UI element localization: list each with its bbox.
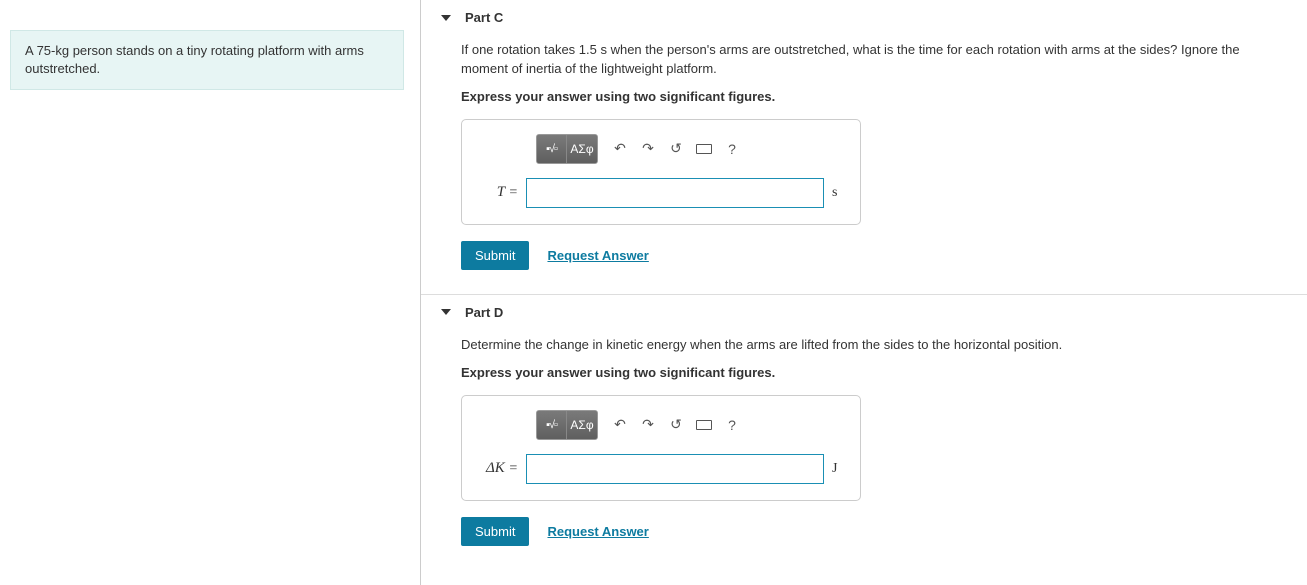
chevron-down-icon[interactable] (441, 15, 451, 21)
undo-button[interactable]: ↶ (606, 135, 634, 163)
reset-button[interactable]: ↺ (662, 135, 690, 163)
part-c-submit-row: Submit Request Answer (461, 241, 1287, 270)
part-c-unit: s (832, 185, 846, 201)
chevron-down-icon[interactable] (441, 309, 451, 315)
part-c-answer-box: ▪√▫ ΑΣφ ↶ ↷ ↺ ? T = s (461, 119, 861, 225)
greek-button[interactable]: ΑΣφ (567, 411, 597, 439)
help-button[interactable]: ? (718, 135, 746, 163)
reset-button[interactable]: ↺ (662, 411, 690, 439)
greek-button[interactable]: ΑΣφ (567, 135, 597, 163)
template-button[interactable]: ▪√▫ (537, 411, 567, 439)
undo-button[interactable]: ↶ (606, 411, 634, 439)
part-d-toolbar: ▪√▫ ΑΣφ ↶ ↷ ↺ ? (476, 410, 846, 440)
redo-button[interactable]: ↷ (634, 135, 662, 163)
part-c-instruction: Express your answer using two significan… (461, 89, 1287, 104)
part-c-label: Part C (465, 10, 503, 25)
keyboard-icon (696, 420, 712, 430)
undo-icon: ↶ (614, 416, 626, 433)
left-column: A 75-kg person stands on a tiny rotating… (0, 0, 420, 585)
part-d-submit-row: Submit Request Answer (461, 517, 1287, 546)
part-d-answer-box: ▪√▫ ΑΣφ ↶ ↷ ↺ ? ΔK = J (461, 395, 861, 501)
request-answer-link[interactable]: Request Answer (547, 248, 648, 263)
right-column: Part C If one rotation takes 1.5 s when … (420, 0, 1307, 585)
keyboard-icon (696, 144, 712, 154)
part-c-question: If one rotation takes 1.5 s when the per… (461, 41, 1287, 79)
keyboard-button[interactable] (690, 135, 718, 163)
template-button[interactable]: ▪√▫ (537, 135, 567, 163)
equation-tools-group: ▪√▫ ΑΣφ (536, 134, 598, 164)
reset-icon: ↺ (670, 416, 682, 433)
equation-tools-group: ▪√▫ ΑΣφ (536, 410, 598, 440)
part-d-answer-input[interactable] (526, 454, 824, 484)
part-c-header[interactable]: Part C (421, 0, 1307, 35)
part-d-body: Determine the change in kinetic energy w… (421, 330, 1307, 570)
submit-button[interactable]: Submit (461, 517, 529, 546)
undo-icon: ↶ (614, 140, 626, 157)
redo-icon: ↷ (642, 140, 654, 157)
problem-statement-box: A 75-kg person stands on a tiny rotating… (10, 30, 404, 90)
keyboard-button[interactable] (690, 411, 718, 439)
part-c-toolbar: ▪√▫ ΑΣφ ↶ ↷ ↺ ? (476, 134, 846, 164)
submit-button[interactable]: Submit (461, 241, 529, 270)
part-c-body: If one rotation takes 1.5 s when the per… (421, 35, 1307, 294)
part-c-input-row: T = s (476, 178, 846, 208)
part-d-instruction: Express your answer using two significan… (461, 365, 1287, 380)
request-answer-link[interactable]: Request Answer (547, 524, 648, 539)
part-d-label: Part D (465, 305, 503, 320)
sqrt-icon: ▪√▫ (546, 143, 557, 155)
redo-button[interactable]: ↷ (634, 411, 662, 439)
reset-icon: ↺ (670, 140, 682, 157)
part-d-variable: ΔK = (478, 460, 518, 477)
part-c-variable: T = (478, 184, 518, 201)
sqrt-icon: ▪√▫ (546, 419, 557, 431)
help-button[interactable]: ? (718, 411, 746, 439)
part-d-question: Determine the change in kinetic energy w… (461, 336, 1287, 355)
redo-icon: ↷ (642, 416, 654, 433)
part-c-answer-input[interactable] (526, 178, 824, 208)
problem-statement-text: A 75-kg person stands on a tiny rotating… (25, 43, 364, 76)
part-d-unit: J (832, 461, 846, 477)
part-d-header[interactable]: Part D (421, 295, 1307, 330)
part-d-input-row: ΔK = J (476, 454, 846, 484)
